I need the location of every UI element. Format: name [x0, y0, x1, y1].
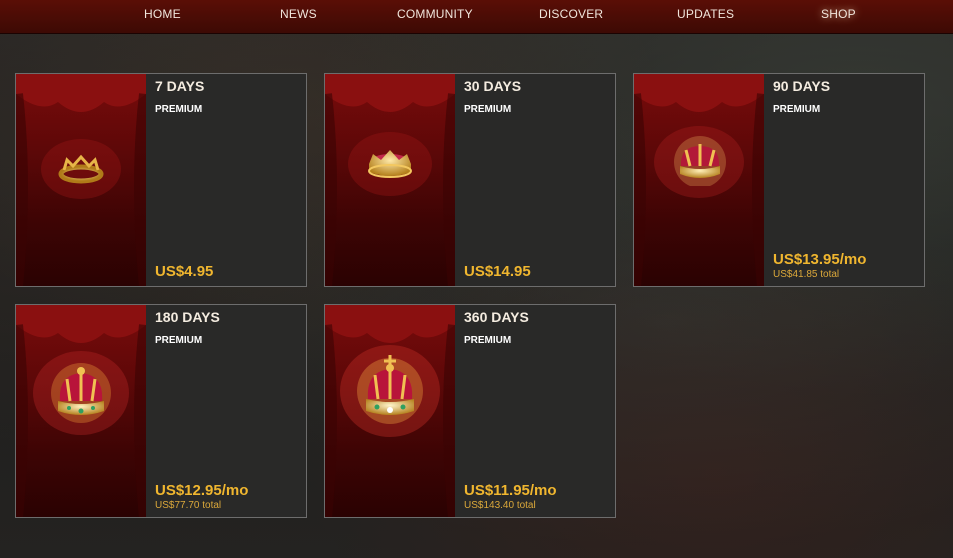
product-card-180-days[interactable]: 180 DAYS PREMIUM US$12.95/mo US$77.70 to… — [15, 304, 307, 518]
top-navigation: HOME NEWS COMMUNITY DISCOVER UPDATES SHO… — [0, 0, 953, 34]
product-price: US$14.95 — [464, 263, 531, 280]
nav-shop[interactable]: SHOP — [821, 7, 856, 21]
product-tier: PREMIUM — [773, 104, 821, 115]
product-total: US$41.85 total — [773, 269, 840, 280]
curtain-art — [16, 74, 146, 286]
product-tier: PREMIUM — [464, 104, 512, 115]
product-tier: PREMIUM — [155, 104, 203, 115]
product-total: US$77.70 total — [155, 500, 222, 511]
product-info: 7 DAYS PREMIUM US$4.95 — [155, 74, 306, 286]
product-card-7-days[interactable]: 7 DAYS PREMIUM US$4.95 — [15, 73, 307, 287]
jeweled-gold-crown-icon — [368, 150, 412, 178]
product-duration: 30 DAYS — [464, 78, 522, 94]
product-price: US$11.95/mo — [464, 482, 557, 499]
nav-home[interactable]: HOME — [144, 7, 181, 21]
curtain-art — [325, 305, 455, 517]
product-duration: 7 DAYS — [155, 78, 205, 94]
curtain-art — [16, 305, 146, 517]
curtain-art — [634, 74, 764, 286]
nav-news[interactable]: NEWS — [280, 7, 317, 21]
imperial-crown-icon — [357, 355, 423, 424]
product-card-360-days[interactable]: 360 DAYS PREMIUM US$11.95/mo US$143.40 t… — [324, 304, 616, 518]
product-info: 30 DAYS PREMIUM US$14.95 — [464, 74, 615, 286]
product-card-90-days[interactable]: 90 DAYS PREMIUM US$13.95/mo US$41.85 tot… — [633, 73, 925, 287]
velvet-gold-crown-icon — [674, 136, 726, 186]
small-gold-crown-icon — [58, 154, 104, 184]
product-price: US$13.95/mo — [773, 251, 867, 268]
product-tier: PREMIUM — [464, 335, 512, 346]
product-price: US$12.95/mo — [155, 482, 249, 499]
product-info: 180 DAYS PREMIUM US$12.95/mo US$77.70 to… — [155, 305, 306, 517]
product-duration: 180 DAYS — [155, 309, 220, 325]
curtain-art — [325, 74, 455, 286]
product-tier: PREMIUM — [155, 335, 203, 346]
product-info: 90 DAYS PREMIUM US$13.95/mo US$41.85 tot… — [773, 74, 924, 286]
product-total: US$143.40 total — [464, 500, 536, 511]
nav-updates[interactable]: UPDATES — [677, 7, 734, 21]
royal-crown-icon — [51, 363, 111, 423]
product-info: 360 DAYS PREMIUM US$11.95/mo US$143.40 t… — [464, 305, 615, 517]
product-duration: 90 DAYS — [773, 78, 831, 94]
nav-community[interactable]: COMMUNITY — [397, 7, 473, 21]
product-card-30-days[interactable]: 30 DAYS PREMIUM US$14.95 — [324, 73, 616, 287]
product-price: US$4.95 — [155, 263, 214, 280]
nav-discover[interactable]: DISCOVER — [539, 7, 603, 21]
product-duration: 360 DAYS — [464, 309, 529, 325]
